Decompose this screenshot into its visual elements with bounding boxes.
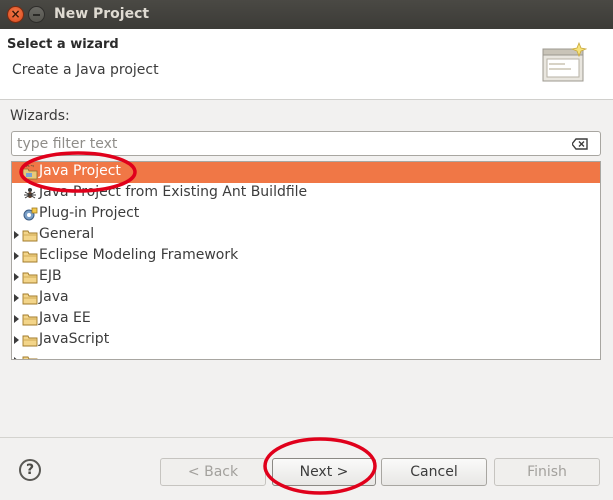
tree-item-general[interactable]: General: [12, 225, 600, 246]
tree-item-partial[interactable]: [12, 351, 600, 359]
expand-arrow-icon[interactable]: [14, 252, 19, 260]
tree-item-label: Java Project from Existing Ant Buildfile: [39, 184, 308, 200]
expand-arrow-icon[interactable]: [14, 273, 19, 281]
ant-icon: [24, 188, 36, 199]
wizard-tree[interactable]: Java Project Java Project from Existing …: [11, 161, 601, 360]
tree-item-label: Java EE: [39, 310, 91, 326]
tree-item-label: Java: [39, 289, 69, 305]
tree-item-java-ee[interactable]: Java EE: [12, 309, 600, 330]
close-window-icon[interactable]: ×: [7, 6, 24, 23]
tree-item-javascript[interactable]: JavaScript: [12, 330, 600, 351]
expand-arrow-icon[interactable]: [14, 231, 19, 239]
folder-icon: [22, 272, 38, 284]
back-button[interactable]: < Back: [160, 458, 266, 486]
page-description: Create a Java project: [12, 62, 159, 78]
folder-icon: [22, 293, 38, 305]
tree-item-label: Eclipse Modeling Framework: [39, 247, 239, 263]
tree-item-ant-buildfile[interactable]: Java Project from Existing Ant Buildfile: [12, 183, 600, 204]
tree-item-emf[interactable]: Eclipse Modeling Framework: [12, 246, 600, 267]
tree-item-java[interactable]: Java: [12, 288, 600, 309]
minimize-window-icon[interactable]: [28, 6, 45, 23]
java-project-icon: [22, 165, 38, 180]
tree-item-label: JavaScript: [39, 331, 110, 347]
wizards-label: Wizards:: [10, 108, 70, 124]
tree-item-java-project[interactable]: Java Project: [12, 162, 600, 183]
tree-item-label: Java Project: [39, 163, 121, 179]
title-bar: × New Project: [0, 0, 613, 29]
expand-arrow-icon[interactable]: [14, 294, 19, 302]
finish-button[interactable]: Finish: [494, 458, 600, 486]
cancel-button[interactable]: Cancel: [381, 458, 487, 486]
expand-arrow-icon[interactable]: [14, 336, 19, 344]
folder-icon: [22, 314, 38, 326]
tree-item-label: General: [39, 226, 95, 242]
tree-item-label: Plug-in Project: [39, 205, 140, 221]
button-bar-separator: [0, 437, 613, 438]
filter-input[interactable]: [17, 134, 557, 153]
plugin-project-icon: [23, 207, 38, 221]
folder-icon: [22, 356, 38, 359]
expand-arrow-icon[interactable]: [14, 357, 19, 359]
folder-icon: [22, 230, 38, 242]
wizard-header: Select a wizard Create a Java project: [0, 29, 613, 100]
filter-field: [11, 131, 601, 156]
new-wizard-banner-icon: [542, 41, 587, 82]
folder-icon: [22, 251, 38, 263]
window-title: New Project: [54, 6, 150, 22]
next-button[interactable]: Next >: [272, 458, 376, 486]
clear-filter-icon[interactable]: [572, 138, 588, 150]
tree-item-ejb[interactable]: EJB: [12, 267, 600, 288]
expand-arrow-icon[interactable]: [14, 315, 19, 323]
folder-icon: [22, 335, 38, 347]
help-icon[interactable]: ?: [19, 459, 41, 481]
page-title: Select a wizard: [7, 37, 119, 52]
tree-item-plugin-project[interactable]: Plug-in Project: [12, 204, 600, 225]
tree-item-label: EJB: [39, 268, 62, 284]
